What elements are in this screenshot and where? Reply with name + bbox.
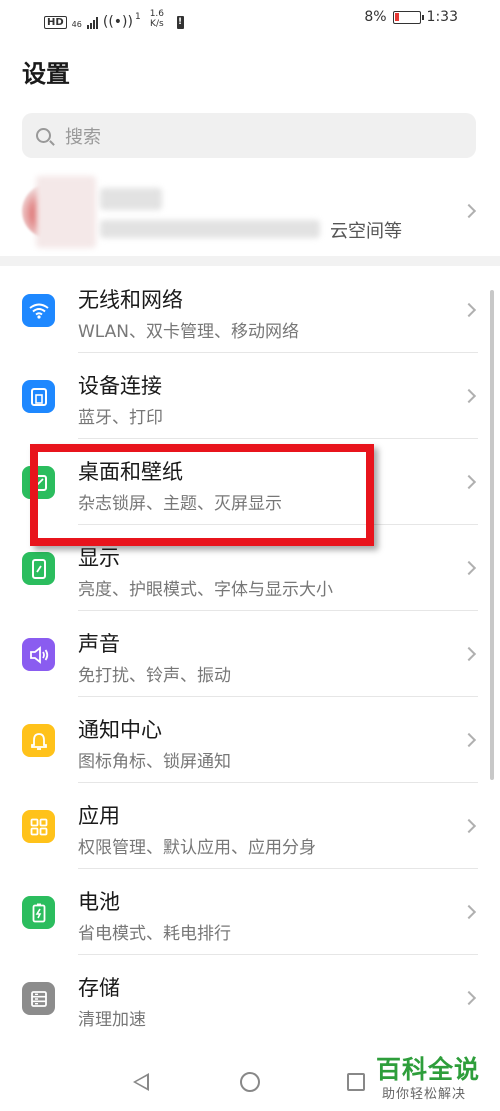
settings-list: 无线和网络 WLAN、双卡管理、移动网络 设备连接 蓝牙、打印 桌面和壁纸 杂志…: [0, 267, 500, 1041]
settings-item-wireless[interactable]: 无线和网络 WLAN、双卡管理、移动网络: [0, 267, 500, 353]
item-title: 显示: [78, 546, 120, 570]
sound-icon: [22, 638, 55, 671]
section-divider: [0, 256, 500, 266]
hotspot-icon: ((•)): [102, 14, 133, 30]
settings-item-notifications[interactable]: 通知中心 图标角标、锁屏通知: [0, 697, 500, 783]
battery-percent: 8%: [364, 9, 387, 25]
item-title: 设备连接: [78, 374, 162, 398]
item-title: 通知中心: [78, 718, 162, 742]
item-title: 声音: [78, 632, 120, 656]
chevron-right-icon: [461, 904, 477, 920]
status-left: HD 46 ((•)) 1 1.6 K/s: [44, 9, 185, 30]
device-connection-icon: [22, 380, 55, 413]
bell-icon: [22, 724, 55, 757]
chevron-right-icon: [461, 474, 477, 490]
speed-unit: K/s: [150, 19, 164, 29]
item-subtitle: 图标角标、锁屏通知: [78, 752, 231, 772]
display-icon: [22, 552, 55, 585]
item-title: 无线和网络: [78, 288, 183, 312]
settings-item-sound[interactable]: 声音 免打扰、铃声、振动: [0, 611, 500, 697]
chevron-right-icon: [461, 388, 477, 404]
clock: 1:33: [426, 9, 458, 25]
item-title: 电池: [78, 890, 120, 914]
search-placeholder: 搜索: [65, 126, 101, 148]
battery-warning-icon: [177, 16, 185, 29]
watermark-subtitle: 助你轻松解决: [382, 1087, 467, 1102]
chevron-right-icon: [461, 646, 477, 662]
item-title: 存储: [78, 976, 120, 1000]
item-subtitle: 亮度、护眼模式、字体与显示大小: [78, 580, 333, 600]
search-icon: [36, 128, 51, 143]
search-bar[interactable]: 搜索: [22, 113, 476, 158]
item-subtitle: 清理加速: [78, 1010, 146, 1030]
apps-icon: [22, 810, 55, 843]
watermark-title: 百科全说: [376, 1055, 481, 1084]
watermark: 百科全说 助你轻松解决: [370, 1048, 494, 1104]
home-icon[interactable]: [240, 1072, 260, 1092]
chevron-right-icon: [461, 990, 477, 1006]
speed-value: 1.6: [149, 9, 165, 19]
battery-icon: [392, 10, 424, 24]
network-speed: 1.6 K/s: [150, 9, 164, 29]
account-name-blurred: [100, 188, 162, 210]
chevron-right-icon: [461, 818, 477, 834]
item-subtitle: 权限管理、默认应用、应用分身: [78, 838, 316, 858]
account-row[interactable]: 云空间等: [0, 168, 500, 254]
status-bar: HD 46 ((•)) 1 1.6 K/s 8% 1:33: [0, 0, 500, 38]
hd-badge: HD: [44, 16, 67, 29]
recent-apps-icon[interactable]: [347, 1073, 365, 1091]
item-subtitle: 省电模式、耗电排行: [78, 924, 231, 944]
settings-item-storage[interactable]: 存储 清理加速: [0, 955, 500, 1041]
storage-icon: [22, 982, 55, 1015]
hotspot-count: 1: [134, 12, 141, 22]
account-subtitle: 云空间等: [330, 221, 402, 242]
back-icon[interactable]: [133, 1073, 149, 1091]
highlight-box: [30, 444, 374, 546]
settings-item-device-connection[interactable]: 设备连接 蓝牙、打印: [0, 353, 500, 439]
chevron-right-icon: [461, 203, 477, 219]
item-title: 应用: [78, 804, 120, 828]
item-subtitle: 免打扰、铃声、振动: [78, 666, 231, 686]
item-subtitle: 蓝牙、打印: [78, 408, 163, 428]
status-right: 8% 1:33: [364, 9, 458, 25]
page-title: 设置: [22, 60, 70, 88]
chevron-right-icon: [461, 732, 477, 748]
battery-icon: [22, 896, 55, 929]
account-detail-blurred: [100, 220, 320, 238]
settings-item-battery[interactable]: 电池 省电模式、耗电排行: [0, 869, 500, 955]
avatar-blur-overlay: [36, 176, 96, 248]
chevron-right-icon: [461, 302, 477, 318]
chevron-right-icon: [461, 560, 477, 576]
battery-level: [394, 12, 399, 21]
item-subtitle: WLAN、双卡管理、移动网络: [78, 322, 300, 342]
signal-icon: [86, 17, 98, 29]
settings-item-apps[interactable]: 应用 权限管理、默认应用、应用分身: [0, 783, 500, 869]
network-type: 46: [71, 20, 82, 29]
wifi-icon: [22, 294, 55, 327]
scrollbar[interactable]: [490, 290, 494, 780]
